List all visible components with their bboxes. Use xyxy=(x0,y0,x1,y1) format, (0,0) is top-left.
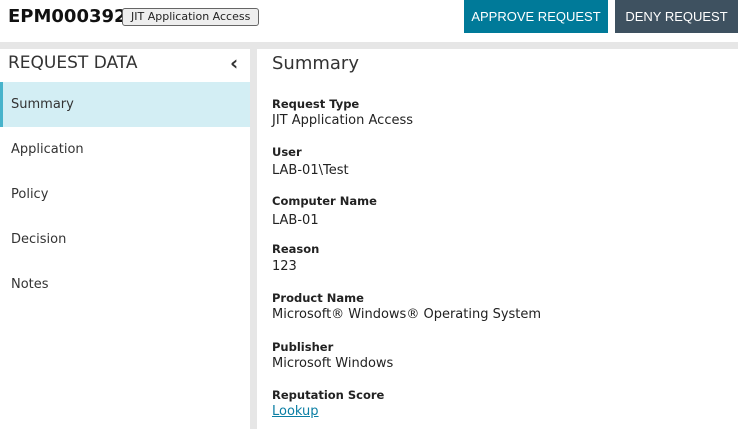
collapse-chevron-icon[interactable]: ‹ xyxy=(230,51,238,75)
page-title: Summary xyxy=(272,53,359,74)
field-label: User xyxy=(272,145,302,159)
field-value: LAB-01 xyxy=(272,213,319,228)
approve-request-button[interactable]: APPROVE REQUEST xyxy=(464,0,608,33)
deny-request-button[interactable]: DENY REQUEST xyxy=(615,0,738,33)
sidebar-item-decision[interactable]: Decision xyxy=(0,217,250,262)
field-value: Microsoft Windows xyxy=(272,356,394,371)
sidebar-heading: REQUEST DATA xyxy=(8,53,138,73)
sidebar-item-application[interactable]: Application xyxy=(0,127,250,172)
divider xyxy=(250,49,257,429)
field-label: Reputation Score xyxy=(272,388,385,402)
reputation-lookup-link[interactable]: Lookup xyxy=(272,404,319,419)
field-value: JIT Application Access xyxy=(272,113,414,128)
sidebar-item-summary[interactable]: Summary xyxy=(0,82,250,127)
field-label: Request Type xyxy=(272,97,360,111)
field-value: 123 xyxy=(272,259,297,274)
field-label: Product Name xyxy=(272,291,364,305)
field-label: Computer Name xyxy=(272,194,377,208)
field-value: LAB-01\Test xyxy=(272,163,349,178)
field-label: Publisher xyxy=(272,340,334,354)
field-label: Reason xyxy=(272,242,320,256)
sidebar-item-notes[interactable]: Notes xyxy=(0,262,250,307)
sidebar-item-policy[interactable]: Policy xyxy=(0,172,250,217)
header: EPM000392 JIT Application Access APPROVE… xyxy=(0,0,738,42)
field-value: Microsoft® Windows® Operating System xyxy=(272,307,542,322)
request-id: EPM000392 xyxy=(8,6,127,27)
request-type-badge: JIT Application Access xyxy=(122,8,260,26)
divider xyxy=(0,42,738,49)
